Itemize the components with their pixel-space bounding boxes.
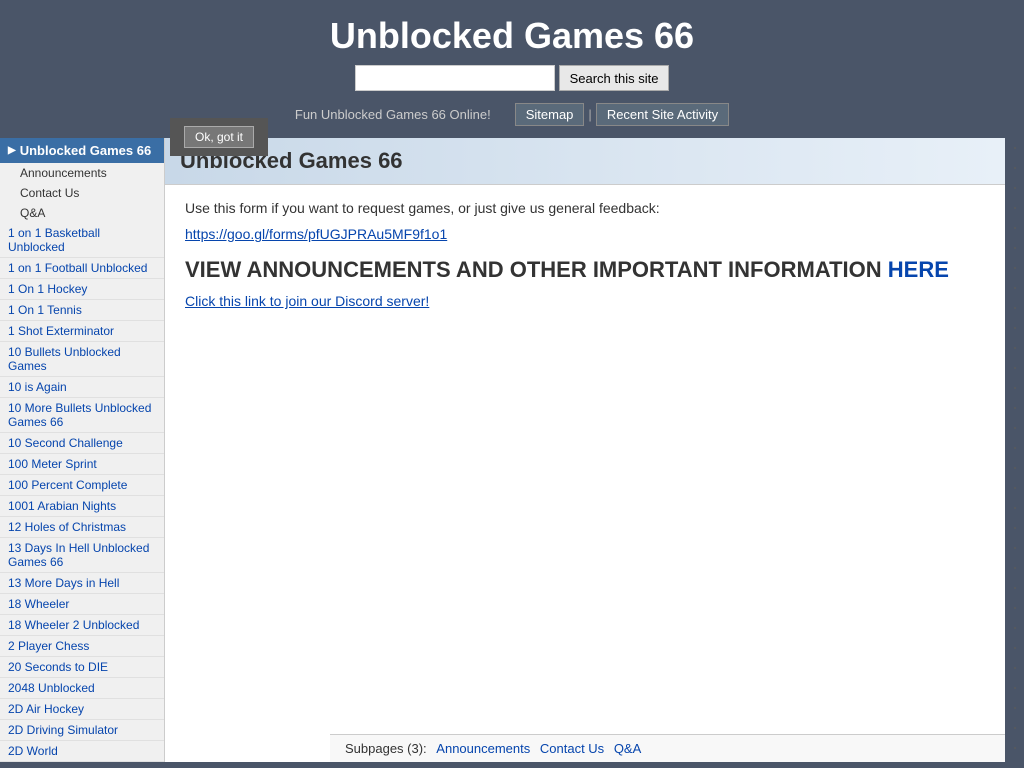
- sidebar-item-2playerchess[interactable]: 2 Player Chess: [0, 636, 164, 657]
- page-header-bar: Unblocked Games 66: [165, 138, 1005, 185]
- fun-text: Fun Unblocked Games 66 Online!: [295, 107, 491, 122]
- main-panel: Unblocked Games 66 Use this form if you …: [165, 138, 1005, 762]
- sidebar-item-13days[interactable]: 13 Days In Hell Unblocked Games 66: [0, 538, 164, 573]
- announcements-heading: VIEW ANNOUNCEMENTS AND OTHER IMPORTANT I…: [185, 257, 985, 283]
- here-link[interactable]: HERE: [888, 257, 949, 282]
- sidebar-item-2ddriving[interactable]: 2D Driving Simulator: [0, 720, 164, 741]
- sidebar-item-13more[interactable]: 13 More Days in Hell: [0, 573, 164, 594]
- sidebar-item-2dairhockey[interactable]: 2D Air Hockey: [0, 699, 164, 720]
- site-title: Unblocked Games 66: [0, 15, 1024, 57]
- search-input[interactable]: [355, 65, 555, 91]
- subpage-qa[interactable]: Q&A: [614, 741, 641, 756]
- dark-right-background: [1005, 138, 1024, 762]
- sidebar-item-18wheeler2[interactable]: 18 Wheeler 2 Unblocked: [0, 615, 164, 636]
- sidebar-item-2048[interactable]: 2048 Unblocked: [0, 678, 164, 699]
- cookie-ok-button[interactable]: Ok, got it: [184, 126, 254, 148]
- sidebar-sub-announcements[interactable]: Announcements: [0, 163, 164, 183]
- sidebar-item-basketball[interactable]: 1 on 1 Basketball Unblocked: [0, 223, 164, 258]
- sidebar-sub-qa[interactable]: Q&A: [0, 203, 164, 223]
- discord-link[interactable]: Click this link to join our Discord serv…: [185, 293, 985, 309]
- nav-links: Fun Unblocked Games 66 Online! Sitemap |…: [0, 99, 1024, 130]
- sidebar-item-tennis[interactable]: 1 On 1 Tennis: [0, 300, 164, 321]
- sidebar-header[interactable]: Unblocked Games 66: [0, 138, 164, 163]
- sidebar-item-10isagain[interactable]: 10 is Again: [0, 377, 164, 398]
- sidebar-item-hockey[interactable]: 1 On 1 Hockey: [0, 279, 164, 300]
- sidebar-item-shot-exterminator[interactable]: 1 Shot Exterminator: [0, 321, 164, 342]
- subpages-label: Subpages (3):: [345, 741, 427, 756]
- content-area: Use this form if you want to request gam…: [165, 185, 1005, 324]
- cookie-banner: Ok, got it: [170, 118, 268, 156]
- sidebar-item-100meter[interactable]: 100 Meter Sprint: [0, 454, 164, 475]
- search-button[interactable]: Search this site: [559, 65, 670, 91]
- sidebar-item-football[interactable]: 1 on 1 Football Unblocked: [0, 258, 164, 279]
- sitemap-link[interactable]: Sitemap: [515, 103, 585, 126]
- sidebar-item-10morebullets[interactable]: 10 More Bullets Unblocked Games 66: [0, 398, 164, 433]
- page-title: Unblocked Games 66: [180, 148, 990, 174]
- sidebar: Unblocked Games 66 Announcements Contact…: [0, 138, 165, 762]
- intro-text: Use this form if you want to request gam…: [185, 200, 985, 216]
- sidebar-item-10second[interactable]: 10 Second Challenge: [0, 433, 164, 454]
- sidebar-item-18wheeler[interactable]: 18 Wheeler: [0, 594, 164, 615]
- subpage-announcements[interactable]: Announcements: [436, 741, 530, 756]
- sidebar-item-12holes[interactable]: 12 Holes of Christmas: [0, 517, 164, 538]
- sidebar-item-2dworld[interactable]: 2D World: [0, 741, 164, 762]
- announcements-heading-text: VIEW ANNOUNCEMENTS AND OTHER IMPORTANT I…: [185, 257, 882, 282]
- sidebar-item-1001nights[interactable]: 1001 Arabian Nights: [0, 496, 164, 517]
- sidebar-sub-contact[interactable]: Contact Us: [0, 183, 164, 203]
- subpages-bar: Subpages (3): Announcements Contact Us Q…: [330, 734, 1005, 762]
- sidebar-item-20seconds[interactable]: 20 Seconds to DIE: [0, 657, 164, 678]
- sidebar-item-100percent[interactable]: 100 Percent Complete: [0, 475, 164, 496]
- search-bar: Search this site: [0, 65, 1024, 91]
- sidebar-item-10bullets[interactable]: 10 Bullets Unblocked Games: [0, 342, 164, 377]
- form-link[interactable]: https://goo.gl/forms/pfUGJPRAu5MF9f1o1: [185, 226, 985, 242]
- recent-activity-link[interactable]: Recent Site Activity: [596, 103, 729, 126]
- subpage-contact[interactable]: Contact Us: [540, 741, 604, 756]
